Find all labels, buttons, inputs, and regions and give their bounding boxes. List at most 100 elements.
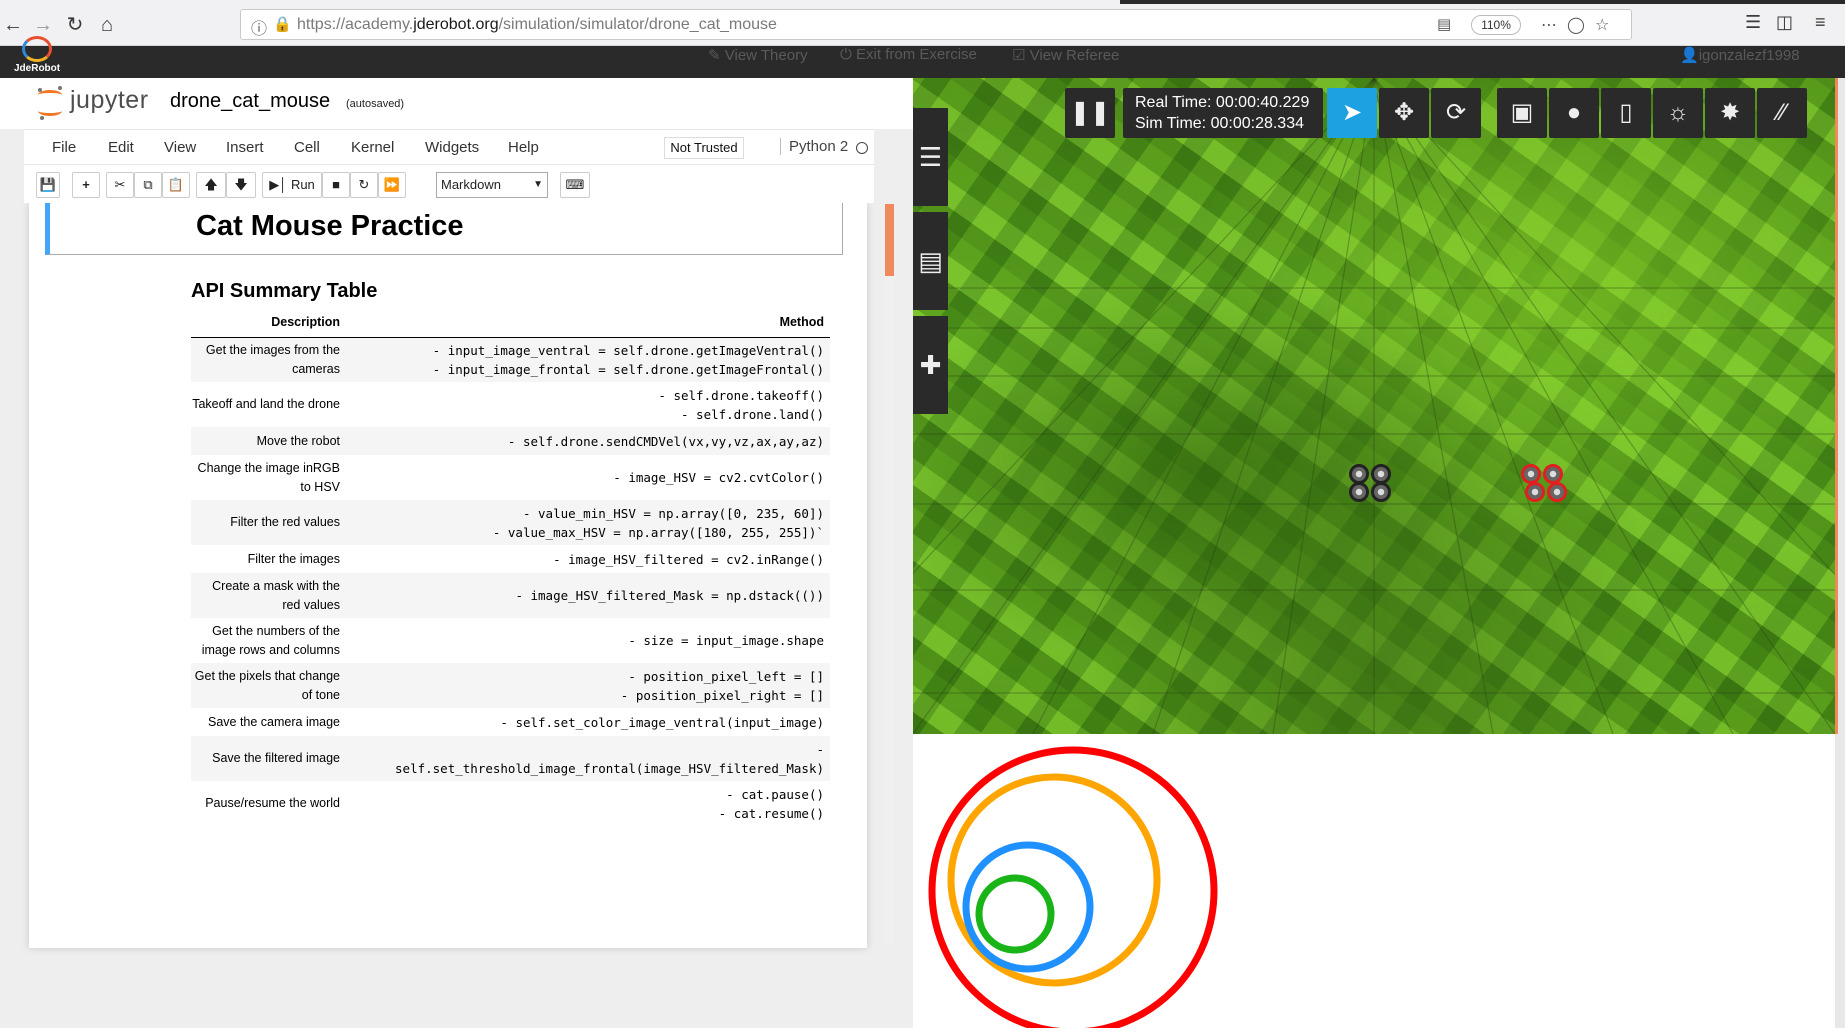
- url-text[interactable]: https://academy.jderobot.org/simulation/…: [297, 16, 777, 34]
- cat-drone[interactable]: [1521, 464, 1569, 506]
- table-row: Filter the red values - value_min_HSV = n…: [191, 500, 830, 545]
- table-cell-method: - size = input_image.shape: [628, 633, 824, 648]
- notebook-scrollbar[interactable]: [885, 203, 894, 943]
- table-row: Filter the images - image_HSV_filtered = …: [191, 545, 830, 573]
- menu-kernel[interactable]: Kernel: [351, 139, 394, 156]
- table-row: Get the numbers of the image rows and co…: [191, 618, 830, 663]
- column-header-description: Description: [191, 307, 356, 338]
- copy-icon[interactable]: ⧉: [134, 172, 162, 198]
- gazebo-simulator-view[interactable]: ❚❚ Real Time: 00:00:40.229 Sim Time: 00:…: [913, 78, 1835, 734]
- zoom-indicator[interactable]: 110%: [1471, 15, 1521, 35]
- menu-insert[interactable]: Insert: [226, 139, 264, 156]
- selected-markdown-cell[interactable]: Cat Mouse Practice: [45, 203, 843, 255]
- mouse-drone[interactable]: [1349, 464, 1397, 506]
- active-tab[interactable]: [0, 0, 1120, 4]
- menu-view[interactable]: View: [164, 139, 196, 156]
- sphere-icon[interactable]: ●: [1549, 88, 1599, 138]
- api-summary-table: Description Method Get the images from t…: [191, 307, 830, 826]
- table-cell-description: Get the pixels that change of tone: [191, 663, 356, 708]
- translate-icon[interactable]: ✥: [1379, 88, 1429, 138]
- move-down-icon[interactable]: 🡇: [226, 172, 256, 198]
- jderobot-logo[interactable]: JdeRobot: [14, 36, 60, 78]
- library-icon[interactable]: ☰: [1745, 12, 1761, 33]
- table-cell-method: - self.drone.takeoff() - self.drone.land…: [658, 387, 824, 422]
- command-palette-icon[interactable]: ⌨: [560, 172, 590, 198]
- jupyter-brand[interactable]: jupyter: [70, 86, 149, 115]
- kernel-name[interactable]: Python 2: [780, 138, 848, 155]
- lock-icon[interactable]: 🔒: [273, 15, 292, 33]
- restart-run-all-icon[interactable]: ⏩: [378, 172, 406, 198]
- pause-icon[interactable]: ❚❚: [1065, 88, 1115, 138]
- view-referee-link[interactable]: ☑ View Referee: [1012, 46, 1119, 64]
- move-up-icon[interactable]: 🡅: [196, 172, 226, 198]
- real-time-row: Real Time: 00:00:40.229: [1135, 92, 1323, 113]
- cut-icon[interactable]: ✂: [106, 172, 134, 198]
- table-row: Takeoff and land the drone - self.drone.t…: [191, 382, 830, 427]
- sim-time-row: Sim Time: 00:00:28.334: [1135, 113, 1323, 134]
- notebook-page: Cat Mouse Practice API Summary Table Des…: [29, 203, 867, 948]
- info-icon[interactable]: ⓘ: [251, 15, 267, 39]
- reload-icon[interactable]: ↻: [62, 12, 88, 38]
- rotor-icon: [1349, 464, 1369, 484]
- plus-icon[interactable]: ✚: [913, 316, 948, 414]
- directional-light-icon[interactable]: ⁄⁄: [1757, 88, 1807, 138]
- not-trusted-button[interactable]: Not Trusted: [664, 137, 744, 159]
- rotate-icon[interactable]: ⟳: [1431, 88, 1481, 138]
- menu-file[interactable]: File: [52, 139, 76, 156]
- run-button[interactable]: ▶│ Run: [262, 172, 322, 198]
- run-icon: ▶│: [269, 177, 288, 192]
- insert-cell-icon[interactable]: +: [72, 172, 100, 198]
- page-actions-icon[interactable]: ⋯: [1541, 15, 1557, 35]
- browser-chrome: ← → ↻ ⌂ ⓘ 🔒 https://academy.jderobot.org…: [0, 0, 1845, 46]
- menu-edit[interactable]: Edit: [108, 139, 134, 156]
- restart-icon[interactable]: ↻: [350, 172, 378, 198]
- user-menu[interactable]: 👤igonzalezf1998: [1680, 46, 1800, 64]
- url-bar[interactable]: ⓘ 🔒 https://academy.jderobot.org/simulat…: [240, 9, 1632, 40]
- scrollbar-thumb[interactable]: [885, 204, 894, 276]
- target-circles-panel: [913, 734, 1845, 1033]
- menu-help[interactable]: Help: [508, 139, 539, 156]
- rotor-icon: [1371, 482, 1391, 502]
- menu-icon[interactable]: ☰: [913, 108, 948, 206]
- cell-type-select[interactable]: Markdown ▼: [436, 172, 548, 198]
- select-arrow-icon[interactable]: ➤: [1327, 88, 1377, 138]
- site-header: JdeRobot ✎ View Theory ⏻ Exit from Exerc…: [0, 36, 1845, 78]
- cylinder-icon[interactable]: ▯: [1601, 88, 1651, 138]
- hamburger-menu-icon[interactable]: ≡: [1815, 12, 1826, 33]
- menu-cell[interactable]: Cell: [294, 139, 320, 156]
- table-row: Get the images from the cameras - input_i…: [191, 337, 830, 382]
- sim-time-label: Sim Time:: [1135, 115, 1207, 132]
- rotor-icon: [1371, 464, 1391, 484]
- table-cell-method: - image_HSV_filtered_Mask = np.dstack(()…: [356, 573, 830, 618]
- table-row: Save the camera image - self.set_color_im…: [191, 708, 830, 736]
- exit-exercise-label: Exit from Exercise: [856, 46, 977, 63]
- interrupt-icon[interactable]: ■: [322, 172, 350, 198]
- table-cell-method: - image_HSV_filtered = cv2.inRange(): [553, 551, 824, 567]
- table-cell-method: - image_HSV = cv2.cvtColor(): [613, 470, 824, 485]
- pocket-icon[interactable]: ◯: [1567, 15, 1585, 35]
- target-circles: [928, 746, 1218, 1033]
- paste-icon[interactable]: 📋: [162, 172, 190, 198]
- kernel-status-icon: [856, 142, 868, 154]
- bookmark-star-icon[interactable]: ☆: [1595, 15, 1609, 35]
- view-theory-link[interactable]: ✎ View Theory: [708, 46, 808, 64]
- save-icon[interactable]: 💾: [36, 172, 60, 198]
- sidebar-icon[interactable]: ◫: [1776, 12, 1793, 33]
- back-icon[interactable]: ←: [0, 12, 26, 38]
- box-icon[interactable]: ▣: [1497, 88, 1547, 138]
- table-cell-description: Get the numbers of the image rows and co…: [201, 623, 340, 657]
- menu-widgets[interactable]: Widgets: [425, 139, 479, 156]
- jupyter-logo-icon[interactable]: [36, 86, 64, 120]
- layers-icon[interactable]: ▤: [913, 212, 948, 310]
- exit-exercise-link[interactable]: ⏻ Exit from Exercise: [840, 46, 977, 63]
- rotor-icon: [1543, 464, 1563, 484]
- run-label: Run: [290, 177, 315, 192]
- home-icon[interactable]: ⌂: [94, 12, 120, 38]
- notebook-name[interactable]: drone_cat_mouse: [170, 90, 330, 113]
- spotlight-icon[interactable]: ✸: [1705, 88, 1755, 138]
- forward-icon[interactable]: →: [30, 12, 56, 38]
- simulator-side-tabs: ☰ ▤ ✚: [913, 108, 948, 438]
- reader-view-icon[interactable]: ▤: [1437, 15, 1451, 33]
- page-scrollbar[interactable]: [1835, 78, 1845, 1028]
- sun-icon[interactable]: ☼: [1653, 88, 1703, 138]
